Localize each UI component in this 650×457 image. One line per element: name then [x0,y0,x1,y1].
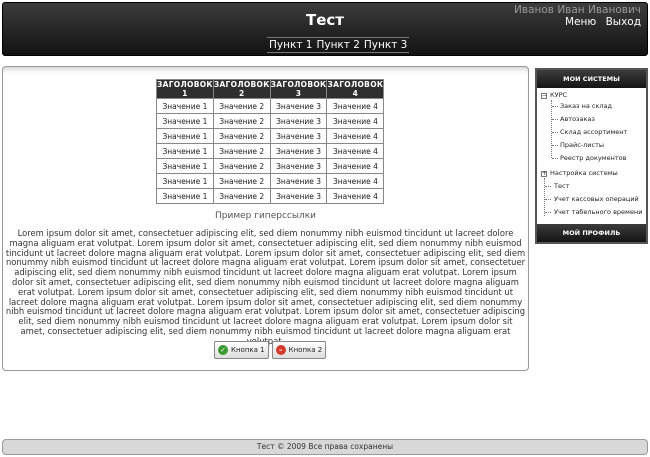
column-header: ЗАГОЛОВОК 1 [156,79,214,99]
systems-tree: − КУРС Заказ на склад Автозаказ Склад ас… [537,88,646,222]
table-cell: Значение 1 [156,173,214,189]
tree-item-kurs[interactable]: КУРС [550,91,567,99]
tree-line [552,158,558,159]
table-cell: Значение 3 [269,98,328,114]
tree-item-timesheet[interactable]: Учет табельного времени [554,208,642,216]
button-1-label: Кнопка 1 [231,346,265,354]
table-cell: Значение 4 [326,143,385,159]
tree-line [552,145,558,146]
main-content: ЗАГОЛОВОК 1 ЗАГОЛОВОК 2 ЗАГОЛОВОК 3 ЗАГО… [2,66,529,371]
table-cell: Значение 3 [269,113,328,129]
minus-icon: – [275,345,286,355]
tree-line [545,186,551,187]
tree-line [551,100,552,158]
tree-line [552,132,558,133]
table-cell: Значение 2 [212,113,271,129]
table-row: Значение 1 Значение 2 Значение 3 Значение 4 [156,128,385,144]
nav-item-2[interactable]: Пункт 2 [314,39,361,51]
nav-item-3[interactable]: Пункт 3 [362,39,409,51]
tree-item-assortment[interactable]: Склад ассортимент [560,128,627,136]
footer: Тест © 2009 Все права сохранены [2,439,648,455]
table-cell: Значение 4 [326,128,385,144]
table-cell: Значение 1 [156,128,214,144]
tree-line [545,212,551,213]
table-cell: Значение 1 [156,158,214,174]
tree-line [552,106,558,107]
button-2[interactable]: – Кнопка 2 [271,341,327,359]
table-cell: Значение 1 [156,143,214,159]
user-links: Меню Выход [559,16,641,28]
tree-item-registry[interactable]: Реестр документов [560,154,626,162]
table-cell: Значение 3 [269,188,328,204]
table-row: Значение 1 Значение 2 Значение 3 Значение 4 [156,98,385,114]
table-cell: Значение 4 [326,98,385,114]
column-header: ЗАГОЛОВОК 3 [269,79,328,99]
table-row: Значение 1 Значение 2 Значение 3 Значение 4 [156,188,385,204]
table-body: Значение 1 Значение 2 Значение 3 Значение 4… [156,98,385,204]
table-cell: Значение 2 [212,128,271,144]
tree-item-pricelists[interactable]: Прайс-листы [560,141,604,149]
tree-item-autoorder[interactable]: Автозаказ [560,115,595,123]
table-cell: Значение 1 [156,188,214,204]
table-header-row: ЗАГОЛОВОК 1 ЗАГОЛОВОК 2 ЗАГОЛОВОК 3 ЗАГО… [156,79,385,99]
table-cell: Значение 2 [212,158,271,174]
table-cell: Значение 1 [156,113,214,129]
table-cell: Значение 2 [212,188,271,204]
sidebar: МОИ СИСТЕМЫ − КУРС Заказ на склад Автоза… [535,68,648,244]
tree-item-cash[interactable]: Учет кассовых операций [554,195,639,203]
table-cell: Значение 3 [269,173,328,189]
button-2-label: Кнопка 2 [288,346,323,354]
table-cell: Значение 2 [212,173,271,189]
table-cell: Значение 1 [156,98,214,114]
table-row: Значение 1 Значение 2 Значение 3 Значение 4 [156,158,385,174]
table-cell: Значение 3 [269,143,328,159]
tree-line [545,199,551,200]
table-cell: Значение 2 [212,143,271,159]
table-cell: Значение 4 [326,158,385,174]
body-text: Lorem ipsum dolor sit amet, consectetuer… [5,228,526,346]
tree-item-order[interactable]: Заказ на склад [560,102,612,110]
example-hyperlink[interactable]: Пример гиперссылки [3,211,528,221]
menu-link[interactable]: Меню [565,16,596,28]
nav-item-1[interactable]: Пункт 1 [267,39,314,51]
table-row: Значение 1 Значение 2 Значение 3 Значение 4 [156,113,385,129]
tree-item-test[interactable]: Тест [554,182,569,190]
table-cell: Значение 4 [326,113,385,129]
tree-line [552,119,558,120]
top-nav: Пункт 1 Пункт 2 Пункт 3 [267,37,410,53]
data-table: ЗАГОЛОВОК 1 ЗАГОЛОВОК 2 ЗАГОЛОВОК 3 ЗАГО… [156,79,385,204]
collapse-icon[interactable]: − [541,93,547,99]
tree-line [544,178,545,216]
column-header: ЗАГОЛОВОК 2 [212,79,271,99]
sidebar-title: МОИ СИСТЕМЫ [537,70,646,88]
user-name: Иванов Иван Иванович [514,4,641,16]
button-group: ✓ Кнопка 1 – Кнопка 2 [214,341,327,359]
site-header: Тест Иванов Иван Иванович Меню Выход Пун… [2,2,648,56]
check-icon: ✓ [218,345,228,355]
table-cell: Значение 4 [326,173,385,189]
table-cell: Значение 3 [269,158,328,174]
column-header: ЗАГОЛОВОК 4 [326,79,385,99]
button-1[interactable]: ✓ Кнопка 1 [214,341,269,359]
tree-item-settings[interactable]: Настройка системы [550,169,618,177]
table-row: Значение 1 Значение 2 Значение 3 Значение 4 [156,143,385,159]
table-cell: Значение 3 [269,128,328,144]
expand-icon[interactable]: + [541,171,547,177]
logout-link[interactable]: Выход [606,16,641,28]
my-profile-link[interactable]: МОЙ ПРОФИЛЬ [537,224,646,242]
table-cell: Значение 2 [212,98,271,114]
table-cell: Значение 4 [326,188,385,204]
table-row: Значение 1 Значение 2 Значение 3 Значение 4 [156,173,385,189]
